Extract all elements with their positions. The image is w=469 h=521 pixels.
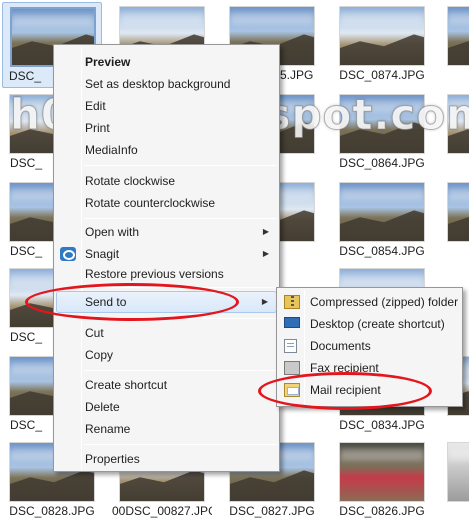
menu-item-delete[interactable]: Delete	[56, 396, 277, 418]
menu-item-label: Restore previous versions	[85, 267, 224, 281]
documents-icon	[284, 339, 297, 353]
menu-item-set-desktop-background[interactable]: Set as desktop background	[56, 73, 277, 95]
menu-item-print[interactable]: Print	[56, 117, 277, 139]
file-name: 00DSC_00827.JPG	[112, 504, 212, 518]
submenu-arrow-icon: ▶	[262, 227, 269, 236]
snagit-icon	[60, 247, 76, 261]
menu-item-label: Set as desktop background	[85, 77, 231, 91]
menu-item-open-with[interactable]: Open with ▶	[56, 221, 277, 243]
file-name: DSC_0828.JPG	[9, 504, 95, 518]
submenu-item-label: Compressed (zipped) folder	[310, 295, 459, 309]
submenu-item-label: Fax recipient	[310, 361, 379, 375]
file-thumbnail[interactable]: DSC_0854.JPG	[332, 178, 432, 264]
menu-separator	[84, 444, 277, 445]
send-to-fax-recipient[interactable]: Fax recipient	[279, 357, 460, 379]
context-menu: Preview Set as desktop background Edit P…	[53, 44, 280, 472]
photo-thumbnail	[339, 94, 425, 154]
send-to-submenu: Compressed (zipped) folder Desktop (crea…	[276, 287, 463, 407]
menu-item-rotate-counterclockwise[interactable]: Rotate counterclockwise	[56, 192, 277, 214]
menu-item-label: Create shortcut	[85, 378, 168, 392]
file-thumbnail[interactable]: DSC_0826.JPG	[332, 438, 432, 521]
file-name: DSC_0827.JPG	[229, 504, 315, 518]
desktop-icon	[284, 317, 300, 328]
send-to-mail-recipient[interactable]: Mail recipient	[279, 379, 460, 401]
menu-item-label: Open with	[85, 225, 140, 239]
menu-item-send-to[interactable]: Send to ▶	[56, 291, 277, 313]
menu-item-restore-previous-versions[interactable]: Restore previous versions	[56, 263, 277, 285]
menu-item-label: Rotate counterclockwise	[85, 196, 216, 210]
menu-item-label: MediaInfo	[85, 143, 138, 157]
menu-item-label: Cut	[85, 326, 104, 340]
submenu-arrow-icon: ▶	[261, 297, 268, 306]
menu-item-copy[interactable]: Copy	[56, 344, 277, 366]
menu-item-mediainfo[interactable]: MediaInfo	[56, 139, 277, 161]
photo-thumbnail	[447, 442, 469, 502]
menu-item-label: Copy	[85, 348, 114, 362]
photo-thumbnail	[339, 6, 425, 66]
file-thumbnail[interactable]	[440, 438, 469, 521]
submenu-item-label: Documents	[310, 339, 371, 353]
photo-thumbnail	[447, 6, 469, 66]
menu-item-label: Snagit	[85, 247, 120, 261]
menu-item-properties[interactable]: Properties	[56, 448, 277, 470]
zip-folder-icon	[284, 295, 300, 309]
menu-separator	[84, 370, 277, 371]
file-name: DSC_0874.JPG	[339, 68, 425, 82]
submenu-arrow-icon: ▶	[262, 249, 269, 258]
menu-separator	[84, 287, 277, 288]
send-to-desktop[interactable]: Desktop (create shortcut)	[279, 313, 460, 335]
file-thumbnail[interactable]	[440, 2, 469, 88]
fax-icon	[284, 361, 300, 375]
menu-item-cut[interactable]: Cut	[56, 322, 277, 344]
menu-item-snagit[interactable]: Snagit ▶	[56, 243, 277, 265]
file-thumbnail[interactable]: DSC_0874.JPG	[332, 2, 432, 88]
photo-thumbnail	[447, 182, 469, 242]
menu-item-label: Print	[85, 121, 110, 135]
file-name: DSC_0854.JPG	[339, 244, 425, 258]
menu-item-label: Send to	[85, 295, 127, 309]
file-thumbnail[interactable]	[440, 90, 469, 176]
menu-item-preview[interactable]: Preview	[56, 51, 277, 73]
send-to-documents[interactable]: Documents	[279, 335, 460, 357]
menu-separator	[84, 318, 277, 319]
photo-thumbnail	[339, 442, 425, 502]
menu-item-label: Rotate clockwise	[85, 174, 176, 188]
menu-item-label: Preview	[85, 55, 131, 69]
menu-item-rotate-clockwise[interactable]: Rotate clockwise	[56, 170, 277, 192]
photo-thumbnail	[339, 182, 425, 242]
menu-item-label: Edit	[85, 99, 106, 113]
menu-item-label: Properties	[85, 452, 140, 466]
send-to-compressed-folder[interactable]: Compressed (zipped) folder	[279, 291, 460, 313]
menu-item-edit[interactable]: Edit	[56, 95, 277, 117]
menu-item-label: Delete	[85, 400, 120, 414]
menu-item-create-shortcut[interactable]: Create shortcut	[56, 374, 277, 396]
file-name: DSC_0834.JPG	[339, 418, 425, 432]
menu-separator	[84, 165, 277, 166]
file-thumbnail[interactable]: DSC_0864.JPG	[332, 90, 432, 176]
menu-separator	[84, 218, 277, 219]
menu-item-label: Rename	[85, 422, 131, 436]
photo-thumbnail	[447, 94, 469, 154]
file-thumbnail[interactable]	[440, 178, 469, 264]
file-name: DSC_0864.JPG	[339, 156, 425, 170]
submenu-item-label: Desktop (create shortcut)	[310, 317, 445, 331]
file-name: DSC_0826.JPG	[339, 504, 425, 518]
mail-icon	[284, 383, 300, 397]
submenu-item-label: Mail recipient	[310, 383, 381, 397]
menu-item-rename[interactable]: Rename	[56, 418, 277, 440]
